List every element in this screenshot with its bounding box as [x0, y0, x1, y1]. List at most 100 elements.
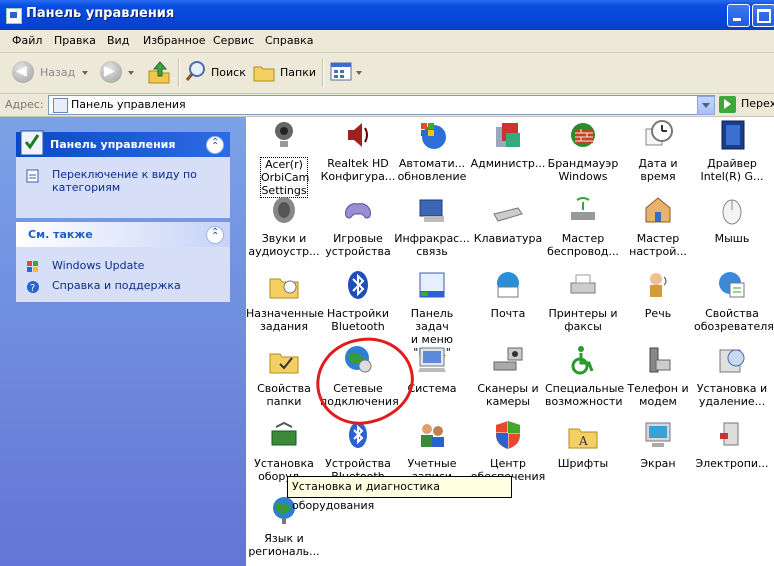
panel-title: Панель управления: [50, 138, 176, 151]
collapse-icon[interactable]: [206, 226, 224, 244]
internet-options-icon: [719, 272, 745, 298]
folders-icon: [253, 66, 275, 82]
switch-view-line1: Переключение к виду по: [52, 168, 197, 181]
control-panel-box-header[interactable]: Панель управления: [16, 130, 230, 157]
search-label: Поиск: [211, 66, 246, 79]
menu-view[interactable]: Вид: [107, 34, 129, 47]
switch-view-icon: [26, 169, 39, 183]
item-auto-update[interactable]: Автомати... обновление: [394, 119, 470, 189]
item-fonts[interactable]: A Шрифты: [545, 419, 621, 489]
phone-modem-icon: [649, 347, 671, 373]
item-accessibility[interactable]: Специальные возможности: [545, 344, 624, 414]
menu-file[interactable]: Файл: [12, 34, 42, 47]
fonts-folder-icon: A: [568, 428, 598, 449]
item-speech[interactable]: Речь: [620, 269, 696, 339]
item-acer-orbicam[interactable]: Acer(r) OrbiCam Settings: [246, 119, 322, 198]
search-button[interactable]: Поиск: [184, 59, 246, 85]
item-add-remove-programs[interactable]: Установка и удаление...: [694, 344, 770, 414]
display-icon: [645, 422, 671, 447]
scanner-camera-icon: [493, 347, 523, 371]
item-mouse[interactable]: Мышь: [694, 194, 770, 264]
address-bar: Адрес: Панель управления: [0, 94, 774, 117]
item-scanners-cameras[interactable]: Сканеры и камеры: [470, 344, 546, 414]
item-network-setup-wizard[interactable]: Мастер настрой...: [620, 194, 696, 264]
up-folder-icon: [148, 61, 170, 84]
wireless-network-icon: [571, 197, 595, 220]
item-folder-options[interactable]: Свойства папки: [246, 344, 322, 414]
item-display[interactable]: Экран: [620, 419, 696, 489]
see-also-title: См. также: [28, 228, 93, 241]
power-options-icon: [720, 422, 739, 446]
windows-logo-icon: [27, 261, 38, 272]
item-wireless-wizard[interactable]: Мастер беспровод...: [545, 194, 621, 264]
go-arrow-icon[interactable]: [719, 96, 736, 113]
gamepad-icon: [345, 203, 371, 219]
speaker-icon: [348, 123, 368, 147]
item-realtek-hd[interactable]: Realtek HD Конфигура...: [320, 119, 396, 189]
item-system[interactable]: Система: [394, 344, 470, 414]
system-computer-icon: [418, 347, 446, 372]
views-icon: [330, 62, 352, 81]
svg-text:A: A: [578, 434, 588, 448]
item-bluetooth-settings[interactable]: Настройки Bluetooth: [320, 269, 396, 339]
search-icon: [185, 61, 205, 81]
item-mail[interactable]: Почта: [470, 269, 546, 339]
item-taskbar-start-menu[interactable]: Панель задачи меню "Пуск": [394, 269, 470, 359]
item-internet-options[interactable]: Свойства обозревателя: [694, 269, 774, 339]
menu-favorites[interactable]: Избранное: [143, 34, 205, 47]
item-game-controllers[interactable]: Игровые устройства: [320, 194, 396, 264]
add-hardware-icon: [271, 421, 297, 446]
maximize-button[interactable]: [752, 4, 774, 27]
help-and-support-label: Справка и поддержка: [52, 279, 181, 292]
item-power-options[interactable]: Электропи...: [694, 419, 770, 489]
folders-button[interactable]: Папки: [252, 59, 316, 85]
infrared-icon: [419, 199, 444, 222]
sound-speaker-icon: [273, 197, 295, 223]
intel-graphics-icon: [721, 120, 745, 150]
collapse-icon[interactable]: [206, 136, 224, 154]
see-also-box: См. также Windows Update ? Справка и под…: [16, 222, 230, 302]
accessibility-icon: [571, 346, 594, 375]
forward-arrow-icon: ▶: [100, 61, 122, 83]
up-folder-button[interactable]: [146, 59, 174, 85]
address-dropdown-button[interactable]: [697, 96, 715, 115]
go-button-label[interactable]: Перех: [741, 97, 774, 110]
clock-icon: [645, 120, 673, 146]
menu-tools[interactable]: Сервис: [213, 34, 254, 47]
item-date-time[interactable]: Дата и время: [620, 119, 696, 189]
tooltip: Установка и диагностика оборудования: [287, 476, 512, 512]
menu-edit[interactable]: Правка: [54, 34, 96, 47]
bluetooth-icon: [348, 271, 368, 299]
see-also-header[interactable]: См. также: [16, 222, 230, 247]
minimize-button[interactable]: [727, 4, 750, 27]
item-windows-firewall[interactable]: Брандмауэр Windows: [545, 119, 621, 189]
item-network-connections[interactable]: Сетевые подключения: [320, 344, 399, 414]
back-arrow-icon: ◀: [12, 61, 34, 83]
item-scheduled-tasks[interactable]: Назначенные задания: [246, 269, 324, 339]
back-button[interactable]: ◀ Назад: [10, 59, 90, 85]
webcam-icon: [275, 122, 293, 147]
item-keyboard[interactable]: Клавиатура: [470, 194, 546, 264]
firewall-icon: [571, 123, 595, 147]
taskbar-icon: [419, 272, 445, 298]
title-bar: Панель управления: [0, 0, 774, 30]
control-panel-icon: [53, 98, 68, 113]
control-panel-icon: [20, 130, 44, 156]
windows-globe-icon: [421, 123, 446, 149]
switch-view-line2: категориям: [52, 181, 121, 194]
house-network-icon: [645, 197, 671, 223]
views-button[interactable]: [329, 59, 363, 85]
menu-help[interactable]: Справка: [265, 34, 313, 47]
folders-label: Папки: [280, 66, 316, 79]
item-administration[interactable]: Администр...: [470, 119, 546, 189]
item-printers-faxes[interactable]: Принтеры и факсы: [545, 269, 621, 339]
forward-button[interactable]: ▶: [98, 59, 138, 85]
address-value: Панель управления: [71, 98, 186, 111]
item-sounds-audio[interactable]: Звуки и аудиоустр...: [246, 194, 322, 264]
address-field[interactable]: Панель управления: [48, 95, 715, 115]
item-infrared[interactable]: Инфракрас... связь: [394, 194, 470, 264]
item-phone-modem[interactable]: Телефон и модем: [620, 344, 696, 414]
item-intel-driver[interactable]: Драйвер Intel(R) G...: [694, 119, 770, 189]
help-icon: ?: [27, 281, 39, 294]
shield-icon: [496, 421, 520, 449]
